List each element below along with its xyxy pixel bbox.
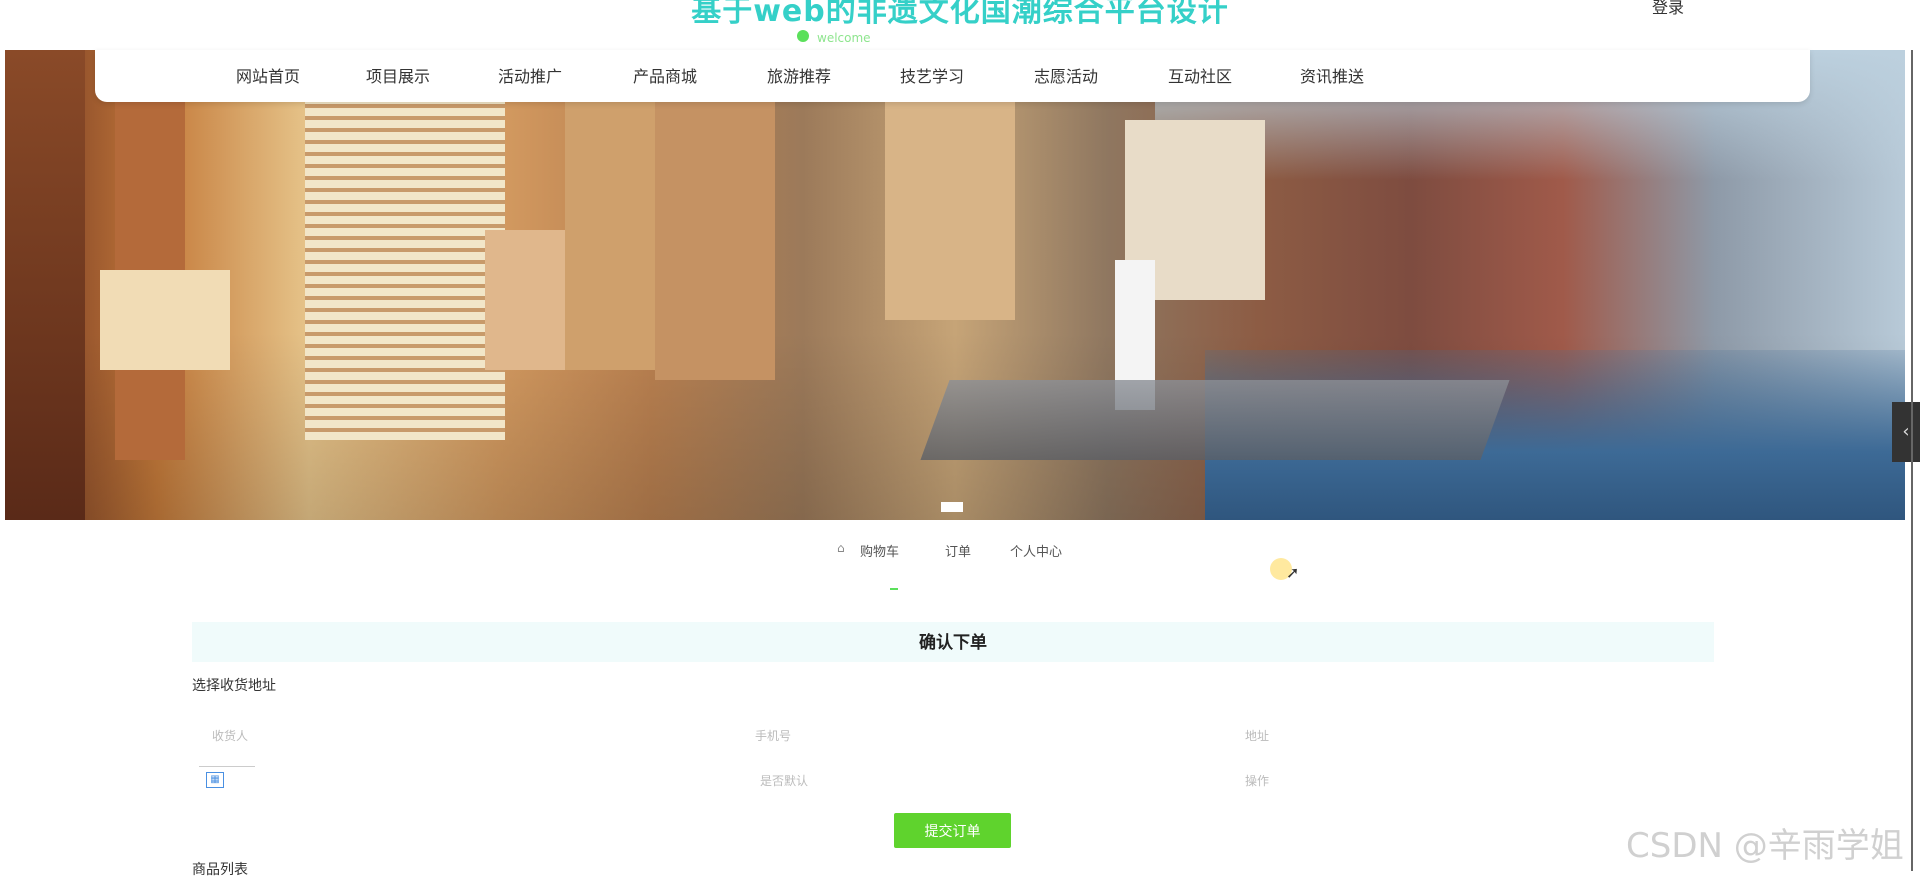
address-header-address: 地址 <box>1245 729 1270 743</box>
nav-item-activities[interactable]: 活动推广 <box>498 63 562 87</box>
banner-building <box>885 70 1015 320</box>
banner-building <box>5 50 85 520</box>
home-icon: ⌂ <box>837 541 845 555</box>
hero-banner-image <box>5 50 1905 520</box>
address-default-label: 是否默认 <box>760 774 809 788</box>
active-marker <box>890 588 898 590</box>
nav-item-shop[interactable]: 产品商城 <box>633 63 697 87</box>
scrollbar[interactable] <box>1911 50 1913 871</box>
address-header-name: 收货人 <box>212 729 249 743</box>
submit-order-button[interactable]: 提交订单 <box>894 813 1011 848</box>
product-list-label: 商品列表 <box>192 862 248 878</box>
cursor-icon: ➚ <box>1286 563 1300 582</box>
nav-item-community[interactable]: 互动社区 <box>1168 63 1232 87</box>
banner-building <box>305 50 505 440</box>
select-address-label: 选择收货地址 <box>192 678 276 694</box>
status-dot <box>797 30 809 42</box>
confirm-order-title: 确认下单 <box>919 633 987 653</box>
status-text: welcome <box>817 31 871 45</box>
carousel-indicator[interactable] <box>941 502 963 512</box>
site-title: 基于web的非遗文化国潮综合平台设计 <box>691 0 1229 29</box>
breadcrumb-cart[interactable]: 购物车 <box>860 541 899 560</box>
banner-building <box>100 270 230 370</box>
breadcrumb-profile[interactable]: 个人中心 <box>1010 541 1062 560</box>
address-divider <box>199 766 255 767</box>
address-header-phone: 手机号 <box>755 729 792 743</box>
nav-item-home[interactable]: 网站首页 <box>236 63 300 87</box>
login-link[interactable]: 登录 <box>1652 0 1684 18</box>
nav-item-projects[interactable]: 项目展示 <box>366 63 430 87</box>
address-action-label: 操作 <box>1245 774 1270 788</box>
address-edit-icon[interactable]: ▦ <box>206 772 224 788</box>
nav-item-learning[interactable]: 技艺学习 <box>900 63 964 87</box>
watermark: CSDN @辛雨学姐 <box>1626 826 1904 866</box>
nav-item-travel[interactable]: 旅游推荐 <box>767 63 831 87</box>
main-nav: 网站首页 项目展示 活动推广 产品商城 旅游推荐 技艺学习 志愿活动 互动社区 … <box>95 50 1810 102</box>
breadcrumb-orders[interactable]: 订单 <box>945 541 971 560</box>
banner-pier <box>920 380 1510 460</box>
chevron-left-icon[interactable]: ‹ <box>1892 402 1920 462</box>
nav-item-volunteer[interactable]: 志愿活动 <box>1034 63 1098 87</box>
nav-item-news[interactable]: 资讯推送 <box>1300 63 1364 87</box>
